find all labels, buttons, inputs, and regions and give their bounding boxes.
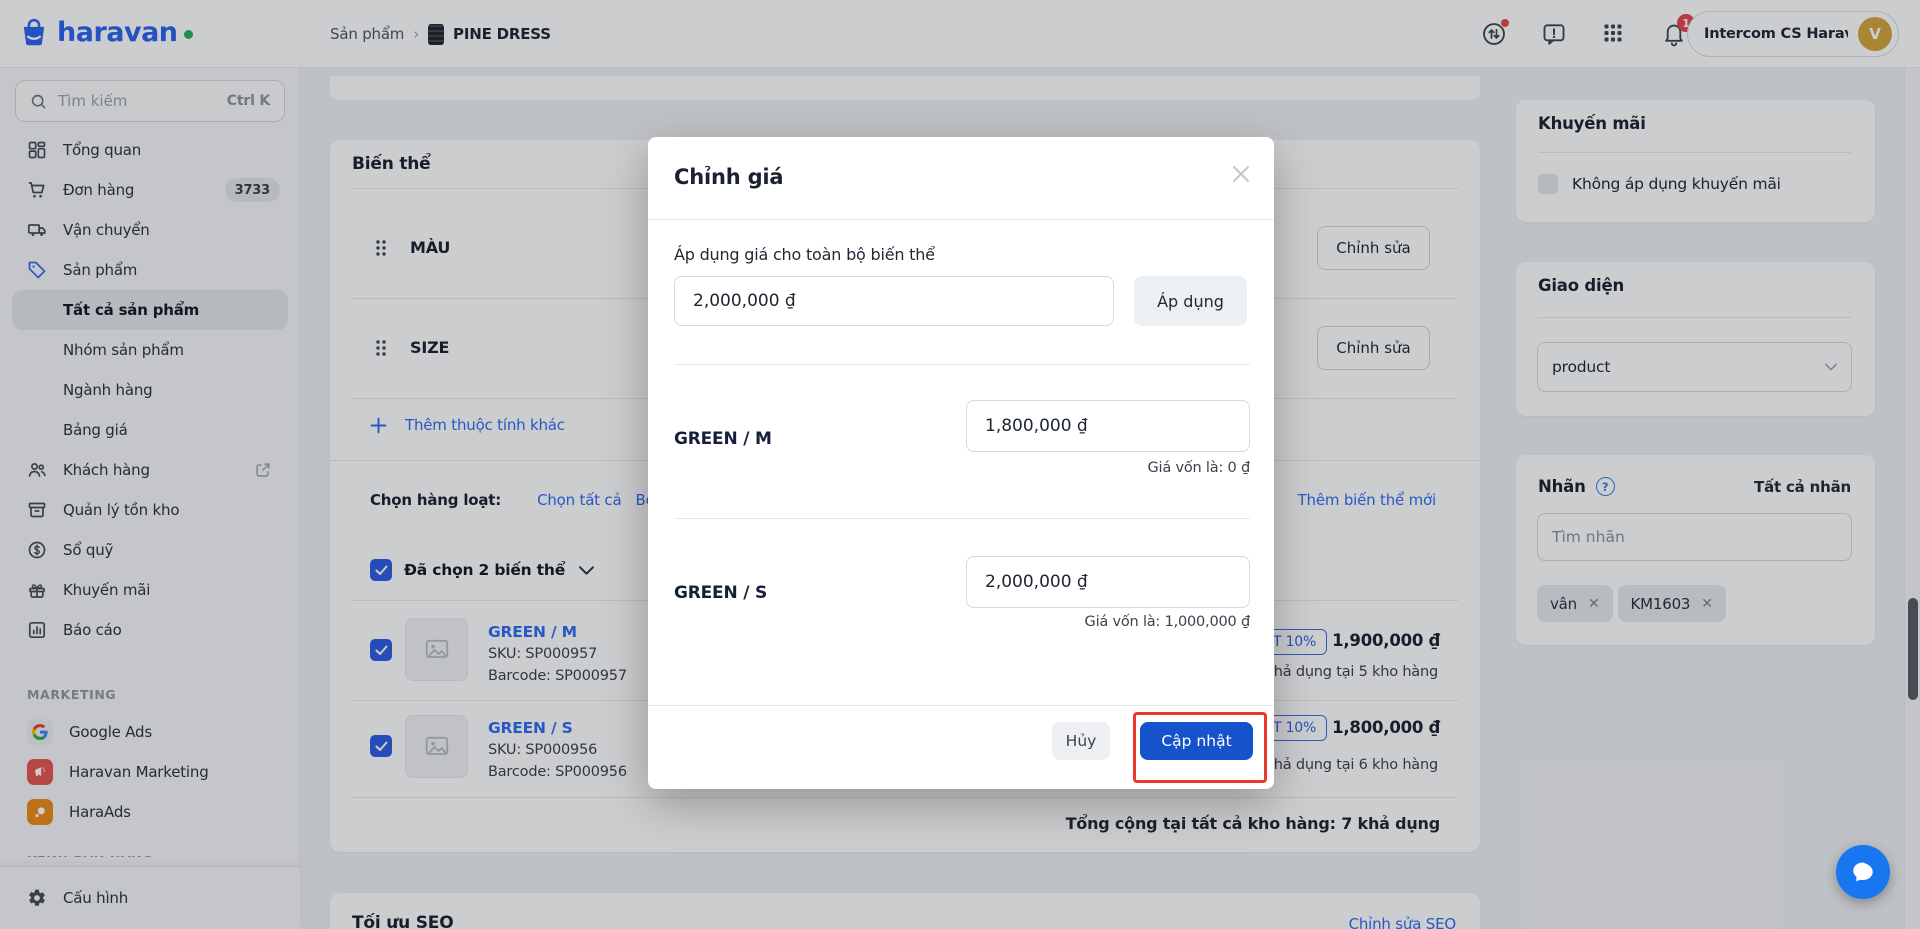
apply-all-price-input[interactable] (674, 276, 1114, 326)
modal-title: Chỉnh giá (674, 165, 784, 189)
chat-bubble-icon (1850, 859, 1876, 885)
variant-cost-note: Giá vốn là: 0 ₫ (1147, 460, 1251, 476)
chat-widget-button[interactable] (1836, 845, 1890, 899)
variant-price-input[interactable] (966, 400, 1250, 452)
modal-variant-name: GREEN / S (674, 583, 767, 603)
apply-all-label: Áp dụng giá cho toàn bộ biến thể (674, 245, 935, 264)
divider (648, 705, 1274, 706)
divider (648, 219, 1274, 220)
apply-button[interactable]: Áp dụng (1134, 276, 1247, 326)
divider (674, 364, 1250, 365)
variant-cost-note: Giá vốn là: 1,000,000 ₫ (1084, 614, 1251, 630)
update-button[interactable]: Cập nhật (1140, 722, 1253, 760)
divider (674, 518, 1250, 519)
variant-price-input[interactable] (966, 556, 1250, 608)
close-icon[interactable] (1230, 163, 1254, 187)
modal-variant-name: GREEN / M (674, 429, 772, 449)
haravan-admin-app: haravan Sản phẩm › PINE DRESS 1 Intercom… (0, 0, 1920, 929)
cancel-button[interactable]: Hủy (1052, 722, 1110, 760)
edit-price-modal: Chỉnh giá Áp dụng giá cho toàn bộ biến t… (648, 137, 1274, 789)
